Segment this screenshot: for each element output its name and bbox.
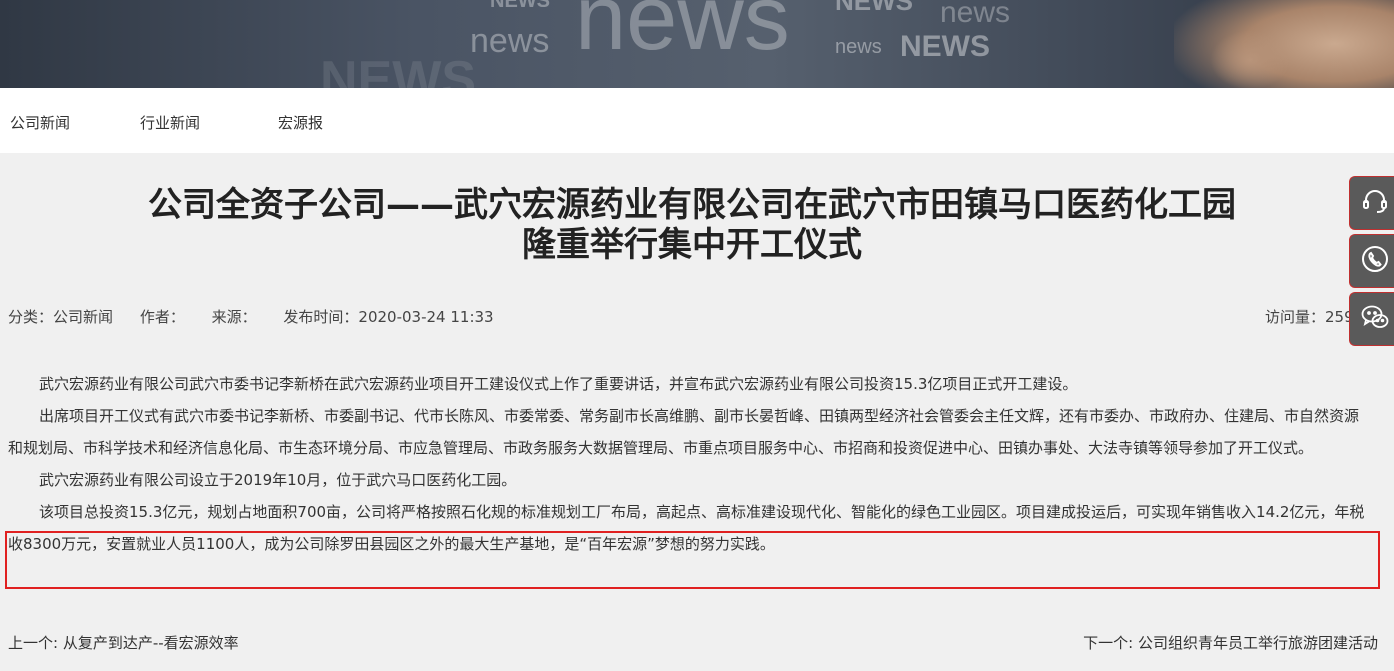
next-title[interactable]: 公司组织青年员工举行旅游团建活动 (1138, 634, 1378, 652)
prev-title[interactable]: 从复产到达产--看宏源效率 (63, 634, 239, 652)
banner-word: NEWS (835, 0, 913, 16)
article-paragraph: 武穴宏源药业有限公司武穴市委书记李新桥在武穴宏源药业项目开工建设仪式上作了重要讲… (39, 375, 1078, 393)
category-value: 公司新闻 (53, 308, 114, 326)
article-paragraph: 该项目总投资15.3亿元，规划占地面积700亩，公司将严格按照石化规的标准规划工… (8, 503, 1365, 553)
banner-word: news (940, 0, 1011, 29)
publish-time-label: 发布时间： (283, 308, 359, 326)
banner-word: news (575, 0, 790, 69)
prev-label: 上一个: (8, 634, 63, 652)
category-label: 分类： (8, 308, 54, 326)
article-title-line2: 隆重举行集中开工仪式 (522, 225, 862, 265)
next-article-link[interactable]: 下一个: 公司组织青年员工举行旅游团建活动 (1083, 632, 1378, 653)
article-paragraph: 武穴宏源药业有限公司设立于2019年10月，位于武穴马口医药化工园。 (39, 471, 517, 489)
view-count-label: 访问量： (1265, 308, 1326, 326)
source-label: 来源： (211, 308, 257, 326)
article-meta: 分类：公司新闻 作者： 来源： 发布时间：2020-03-24 11:33 (8, 306, 516, 327)
article-body: 武穴宏源药业有限公司武穴市委书记李新桥在武穴宏源药业项目开工建设仪式上作了重要讲… (8, 368, 1368, 560)
banner-hand-image (1210, 30, 1290, 88)
article-title: 公司全资子公司——武穴宏源药业有限公司在武穴市田镇马口医药化工园 隆重举行集中开… (60, 185, 1324, 265)
prev-article-link[interactable]: 上一个: 从复产到达产--看宏源效率 (8, 632, 239, 653)
nav-item-hongyuan-paper[interactable]: 宏源报 (278, 112, 323, 133)
wechat-button[interactable] (1349, 292, 1394, 346)
phone-icon (1360, 244, 1390, 278)
banner-word: news (835, 36, 882, 58)
banner-word: news (470, 22, 550, 60)
nav-item-company-news[interactable]: 公司新闻 (10, 112, 70, 133)
nav-item-industry-news[interactable]: 行业新闻 (140, 112, 200, 133)
customer-service-button[interactable] (1349, 176, 1394, 230)
next-label: 下一个: (1083, 634, 1138, 652)
category-nav: 公司新闻 行业新闻 宏源报 (0, 88, 1394, 153)
phone-button[interactable] (1349, 234, 1394, 288)
news-banner: NEWS news news NEWS news news NEWS NEWS (0, 0, 1394, 88)
author-label: 作者： (139, 308, 185, 326)
publish-time-value: 2020-03-24 11:33 (358, 308, 494, 326)
wechat-icon (1360, 302, 1390, 336)
article-title-line1: 公司全资子公司——武穴宏源药业有限公司在武穴市田镇马口医药化工园 (148, 185, 1236, 225)
banner-word: NEWS (900, 30, 990, 63)
banner-word: NEWS (490, 0, 550, 12)
article-paragraph: 出席项目开工仪式有武穴市委书记李新桥、市委副书记、代市长陈风、市委常委、常务副市… (8, 407, 1360, 457)
view-count: 访问量：259 (1265, 306, 1354, 327)
banner-word: NEWS (320, 51, 476, 88)
headset-icon (1360, 186, 1390, 220)
